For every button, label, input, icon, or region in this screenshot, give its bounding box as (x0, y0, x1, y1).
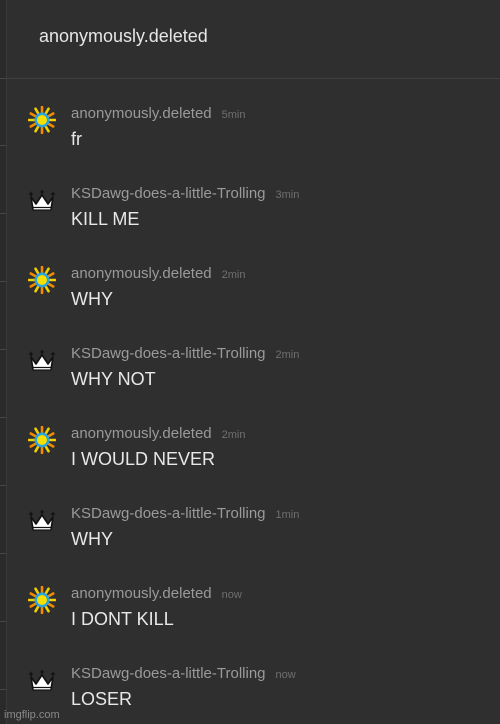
message-text: KILL ME (71, 209, 140, 229)
message: KSDawg-does-a-little-Trolling 2min WHY NO… (6, 319, 500, 399)
message-timestamp: 2min (275, 349, 300, 361)
sun-icon[interactable] (27, 265, 57, 295)
message: anonymously.deleted 5min fr (6, 79, 500, 159)
message-timestamp: now (221, 589, 242, 601)
message-username[interactable]: KSDawg-does-a-little-Trolling 3min (71, 185, 299, 202)
message-timestamp: 5min (221, 109, 246, 121)
message-timestamp: now (275, 669, 296, 681)
message-username[interactable]: KSDawg-does-a-little-Trolling now (71, 665, 296, 682)
username-text[interactable]: KSDawg-does-a-little-Trolling (71, 185, 266, 202)
message-timestamp: 2min (221, 269, 246, 281)
username-text[interactable]: KSDawg-does-a-little-Trolling (71, 505, 266, 522)
sun-icon[interactable] (27, 585, 57, 615)
message: anonymously.deleted now I DONT KILL (6, 559, 500, 639)
crown-icon[interactable] (27, 186, 57, 214)
crown-icon[interactable] (27, 346, 57, 374)
watermark: imgflip.com (4, 709, 60, 721)
message-username[interactable]: anonymously.deleted 2min (71, 265, 246, 282)
chat-title[interactable]: anonymously.deleted (39, 26, 208, 47)
message-text: I DONT KILL (71, 609, 174, 629)
message-text: I WOULD NEVER (71, 449, 216, 469)
message-text: LOSER (71, 689, 133, 709)
message-text: WHY NOT (71, 369, 156, 389)
message-text: fr (71, 129, 82, 149)
message: KSDawg-does-a-little-Trolling now LOSER (6, 639, 500, 719)
crown-icon[interactable] (27, 506, 57, 534)
message: KSDawg-does-a-little-Trolling 1min WHY (6, 479, 500, 559)
crown-icon[interactable] (27, 666, 57, 694)
message: anonymously.deleted 2min I WOULD NEVER (6, 399, 500, 479)
message-username[interactable]: KSDawg-does-a-little-Trolling 2min (71, 345, 299, 362)
chat-window: anonymously.deleted anonymously.deleted 5… (0, 0, 500, 724)
username-text[interactable]: KSDawg-does-a-little-Trolling (71, 665, 266, 682)
message-username[interactable]: anonymously.deleted 5min (71, 105, 246, 122)
chat-header: anonymously.deleted (6, 0, 500, 79)
message-text: WHY (71, 289, 113, 309)
message-username[interactable]: KSDawg-does-a-little-Trolling 1min (71, 505, 299, 522)
sun-icon[interactable] (27, 425, 57, 455)
message-username[interactable]: anonymously.deleted 2min (71, 425, 246, 442)
message-timestamp: 2min (221, 429, 246, 441)
message-timestamp: 3min (275, 189, 300, 201)
username-text[interactable]: anonymously.deleted (71, 425, 212, 442)
username-text[interactable]: anonymously.deleted (71, 265, 212, 282)
username-text[interactable]: anonymously.deleted (71, 105, 212, 122)
message-username[interactable]: anonymously.deleted now (71, 585, 242, 602)
message: anonymously.deleted 2min WHY (6, 239, 500, 319)
message: KSDawg-does-a-little-Trolling 3min KILL M… (6, 159, 500, 239)
message-text: WHY (71, 529, 113, 549)
username-text[interactable]: KSDawg-does-a-little-Trolling (71, 345, 266, 362)
username-text[interactable]: anonymously.deleted (71, 585, 212, 602)
message-list: anonymously.deleted 5min fr KSDawg-does-a… (6, 79, 500, 719)
message-timestamp: 1min (275, 509, 300, 521)
sun-icon[interactable] (27, 105, 57, 135)
